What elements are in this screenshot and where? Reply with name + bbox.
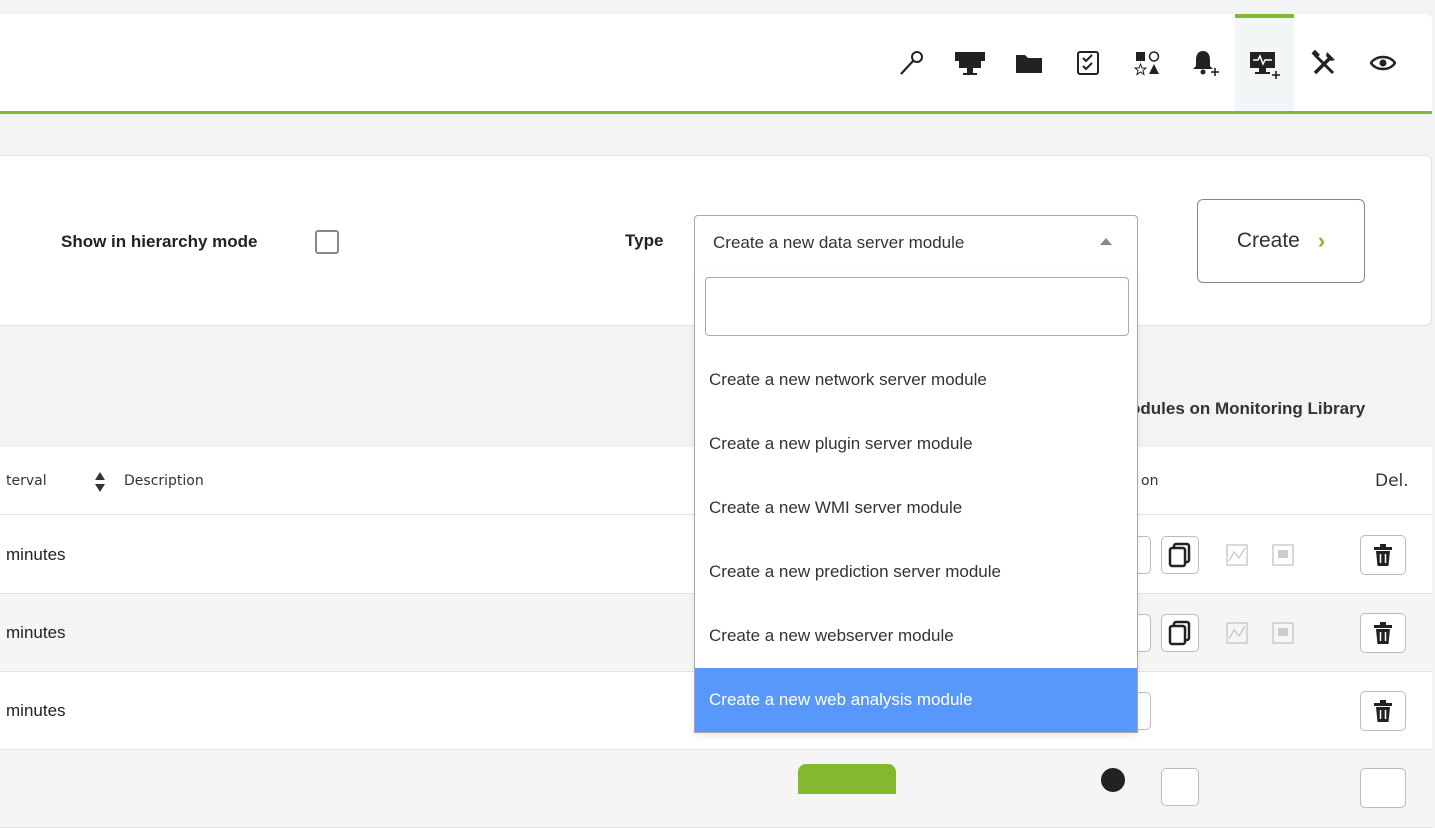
dropdown-option-plugin[interactable]: Create a new plugin server module [695,412,1137,476]
copy-button[interactable] [1161,768,1199,806]
delete-button[interactable] [1360,691,1406,731]
sort-icon[interactable] [94,471,106,497]
tab-view[interactable] [1353,14,1412,111]
tab-tools[interactable] [1294,14,1353,111]
shapes-icon [1133,49,1161,77]
copy-button[interactable] [1161,536,1199,574]
table-row [0,750,1432,828]
key-icon [897,49,925,77]
column-description: Description [124,473,204,489]
green-action-button[interactable] [798,764,896,794]
interval-value: minutes [6,545,66,564]
interval-value: minutes [6,623,66,642]
copy-icon [1168,620,1191,646]
delete-button[interactable] [1360,613,1406,653]
tab-agents[interactable] [940,14,999,111]
dropdown-option-web-analysis[interactable]: Create a new web analysis module [695,668,1137,732]
hierarchy-mode-checkbox[interactable] [315,230,339,254]
tab-alerts[interactable] [1176,14,1235,111]
tab-folder[interactable] [999,14,1058,111]
bell-plus-icon [1191,48,1221,78]
hierarchy-mode-label: Show in hierarchy mode [61,232,258,251]
disabled-icon [1264,536,1302,574]
agents-monitor-icon [954,50,986,76]
module-monitor-plus-icon [1249,50,1281,80]
dropdown-search-input[interactable] [705,277,1129,336]
chevron-up-icon [1100,238,1112,245]
create-button[interactable]: Create › [1197,199,1365,283]
chevron-right-icon: › [1317,228,1326,253]
type-select-value: Create a new data server module [713,233,965,252]
tab-modules[interactable] [1235,14,1294,111]
top-toolbar [0,14,1432,114]
copy-icon [1168,542,1191,568]
trash-icon [1374,622,1392,644]
tools-icon [1310,49,1338,77]
trash-icon [1374,700,1392,722]
checklist-icon [1076,50,1100,76]
delete-button[interactable] [1360,535,1406,575]
dropdown-option-network[interactable]: Create a new network server module [695,348,1137,412]
tab-shapes[interactable] [1117,14,1176,111]
interval-value: minutes [6,701,66,720]
toolbar-tabs [881,14,1432,111]
delete-button[interactable] [1360,768,1406,808]
dropdown-option-prediction[interactable]: Create a new prediction server module [695,540,1137,604]
column-delete: Del. [1375,471,1409,491]
column-interval: terval [6,473,47,489]
tab-key[interactable] [881,14,940,111]
type-label: Type [625,231,664,250]
eye-icon [1369,54,1396,72]
dropdown-option-wmi[interactable]: Create a new WMI server module [695,476,1137,540]
dropdown-option-webserver[interactable]: Create a new webserver module [695,604,1137,668]
column-action: on [1141,473,1159,489]
monitoring-library-link[interactable]: odules on Monitoring Library [1130,399,1365,419]
trash-icon [1374,544,1392,566]
copy-button[interactable] [1161,614,1199,652]
type-select[interactable]: Create a new data server module [694,215,1138,268]
disabled-icon [1264,614,1302,652]
graph-icon [1218,536,1256,574]
tab-checklist[interactable] [1058,14,1117,111]
status-icon [1101,768,1125,792]
folder-icon [1014,51,1044,75]
graph-icon [1218,614,1256,652]
type-dropdown-list: Create a new network server module Creat… [694,267,1138,733]
create-button-label: Create [1236,229,1300,252]
